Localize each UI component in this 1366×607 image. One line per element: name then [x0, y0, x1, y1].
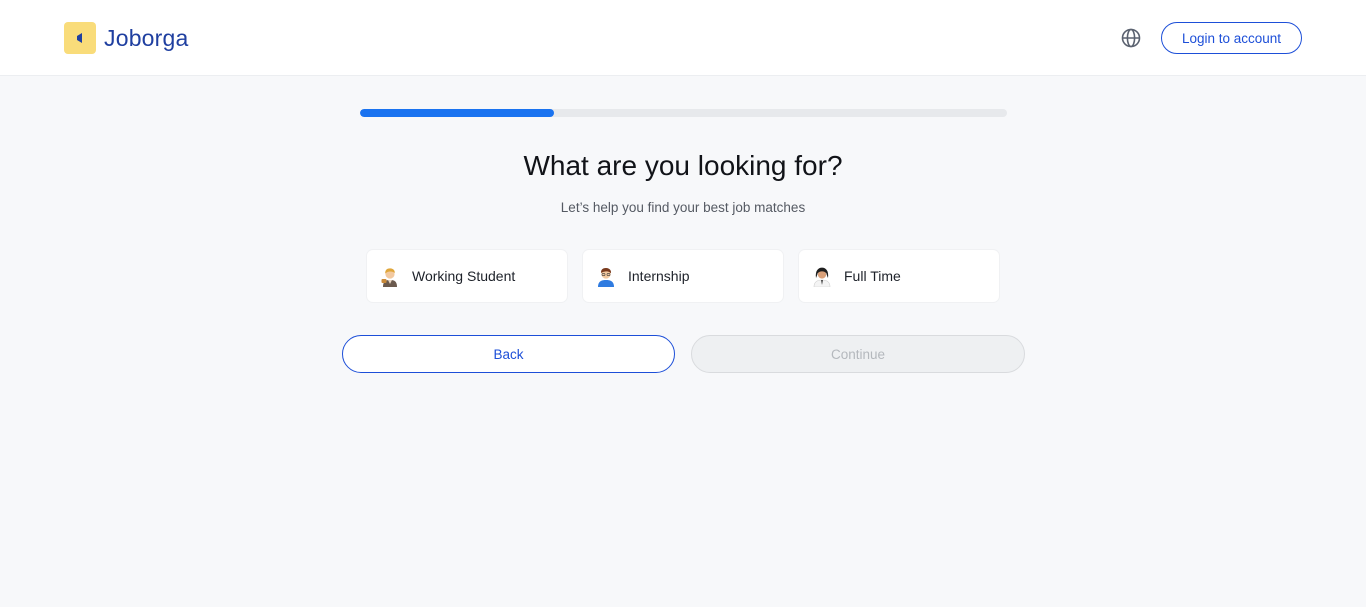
option-label: Internship [628, 268, 690, 284]
brand-logo[interactable]: Joborga [64, 22, 189, 54]
job-type-options: Working Student Internship Full Time [367, 250, 999, 302]
option-label: Full Time [844, 268, 901, 284]
internship-avatar-icon [596, 265, 616, 287]
top-header: Joborga Login to account [0, 0, 1366, 76]
working-student-avatar-icon [380, 265, 400, 287]
page-title: What are you looking for? [523, 150, 843, 181]
full-time-avatar-icon [812, 265, 832, 287]
option-label: Working Student [412, 268, 516, 284]
back-button[interactable]: Back [342, 335, 675, 373]
page-subtitle: Let’s help you find your best job matche… [560, 200, 806, 215]
option-internship[interactable]: Internship [583, 250, 783, 302]
option-working-student[interactable]: Working Student [367, 250, 567, 302]
option-full-time[interactable]: Full Time [799, 250, 999, 302]
progress-bar [360, 109, 1007, 117]
logo-mark-icon [64, 22, 96, 54]
continue-button[interactable]: Continue [691, 335, 1025, 373]
progress-fill [360, 109, 555, 117]
login-button[interactable]: Login to account [1161, 22, 1302, 54]
globe-icon[interactable] [1120, 27, 1142, 49]
brand-name: Joborga [104, 24, 189, 51]
